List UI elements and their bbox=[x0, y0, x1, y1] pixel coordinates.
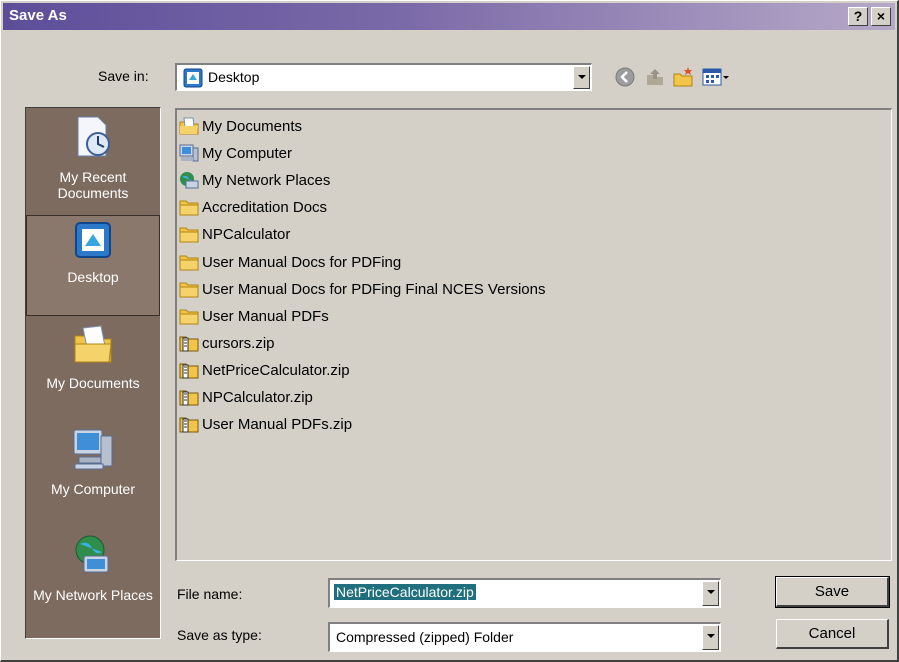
list-item[interactable]: User Manual Docs for PDFing Final NCES V… bbox=[179, 278, 545, 300]
cancel-button[interactable]: Cancel bbox=[776, 619, 889, 649]
zip-folder-icon bbox=[179, 417, 199, 433]
desktop-icon bbox=[183, 68, 203, 91]
save-in-value: Desktop bbox=[208, 69, 260, 85]
desktop-icon bbox=[27, 216, 159, 263]
place-my-recent-documents[interactable]: My Recent Documents bbox=[26, 114, 160, 217]
list-item[interactable]: cursors.zip bbox=[179, 332, 275, 354]
list-item[interactable]: NPCalculator bbox=[179, 223, 290, 245]
list-item[interactable]: User Manual PDFs.zip bbox=[179, 413, 352, 435]
list-item[interactable]: Accreditation Docs bbox=[179, 196, 327, 218]
folder-icon bbox=[179, 309, 199, 325]
list-item[interactable]: NPCalculator.zip bbox=[179, 386, 313, 408]
file-name-dropdown-button[interactable] bbox=[702, 581, 719, 606]
save-button[interactable]: Save bbox=[775, 576, 890, 608]
place-label: My Recent Documents bbox=[57, 169, 129, 201]
folder-icon bbox=[179, 200, 199, 216]
place-label: My Documents bbox=[46, 375, 140, 391]
place-label: Desktop bbox=[67, 269, 119, 285]
help-button[interactable]: ? bbox=[848, 7, 868, 26]
recent-documents-icon bbox=[26, 114, 160, 163]
my-documents-icon bbox=[26, 322, 160, 369]
place-label: My Network Places bbox=[33, 587, 153, 603]
list-item[interactable]: My Computer bbox=[179, 142, 292, 164]
save-as-type-select[interactable]: Compressed (zipped) Folder bbox=[328, 622, 721, 652]
place-label: My Computer bbox=[50, 481, 136, 497]
save-as-dialog: Save As ? × Save in: Desktop My Recent D… bbox=[0, 0, 899, 662]
zip-folder-icon bbox=[179, 390, 199, 406]
new-folder-icon[interactable] bbox=[672, 66, 696, 91]
zip-folder-icon bbox=[179, 336, 199, 352]
save-in-dropdown-button[interactable] bbox=[573, 66, 590, 89]
list-item[interactable]: User Manual Docs for PDFing bbox=[179, 251, 401, 273]
network-places-icon bbox=[180, 172, 199, 189]
save-as-type-dropdown-button[interactable] bbox=[702, 625, 719, 650]
places-bar: My Recent Documents Desktop My Documents… bbox=[25, 107, 161, 639]
up-folder-icon[interactable] bbox=[644, 66, 666, 91]
my-documents-icon bbox=[179, 117, 199, 135]
zip-folder-icon bbox=[179, 363, 199, 379]
save-as-type-label: Save as type: bbox=[177, 627, 262, 643]
title-bar[interactable]: Save As ? × bbox=[3, 3, 895, 30]
back-icon[interactable] bbox=[614, 66, 636, 91]
my-computer-icon bbox=[179, 144, 199, 162]
file-name-label: File name: bbox=[177, 586, 243, 602]
folder-icon bbox=[179, 227, 199, 243]
list-item[interactable]: NetPriceCalculator.zip bbox=[179, 359, 350, 381]
window-title: Save As bbox=[9, 7, 67, 24]
place-desktop[interactable]: Desktop bbox=[26, 215, 160, 316]
file-name-value[interactable]: NetPriceCalculator.zip bbox=[334, 584, 476, 600]
list-item[interactable]: My Documents bbox=[179, 115, 302, 137]
file-name-input[interactable]: NetPriceCalculator.zip bbox=[328, 578, 721, 608]
file-list[interactable]: My Documents My Computer My Network Plac… bbox=[175, 108, 892, 561]
list-item[interactable]: User Manual PDFs bbox=[179, 305, 329, 327]
close-button[interactable]: × bbox=[871, 7, 891, 26]
views-menu-icon[interactable] bbox=[702, 66, 730, 91]
my-computer-icon bbox=[26, 426, 160, 475]
network-places-icon bbox=[26, 532, 160, 581]
save-in-combobox[interactable]: Desktop bbox=[175, 63, 592, 91]
folder-icon bbox=[179, 255, 199, 271]
save-as-type-value: Compressed (zipped) Folder bbox=[336, 629, 514, 645]
place-my-network-places[interactable]: My Network Places bbox=[26, 532, 160, 636]
place-my-computer[interactable]: My Computer bbox=[26, 426, 160, 528]
list-item[interactable]: My Network Places bbox=[179, 169, 330, 191]
save-in-label: Save in: bbox=[98, 68, 149, 84]
folder-icon bbox=[179, 282, 199, 298]
place-my-documents[interactable]: My Documents bbox=[26, 322, 160, 422]
